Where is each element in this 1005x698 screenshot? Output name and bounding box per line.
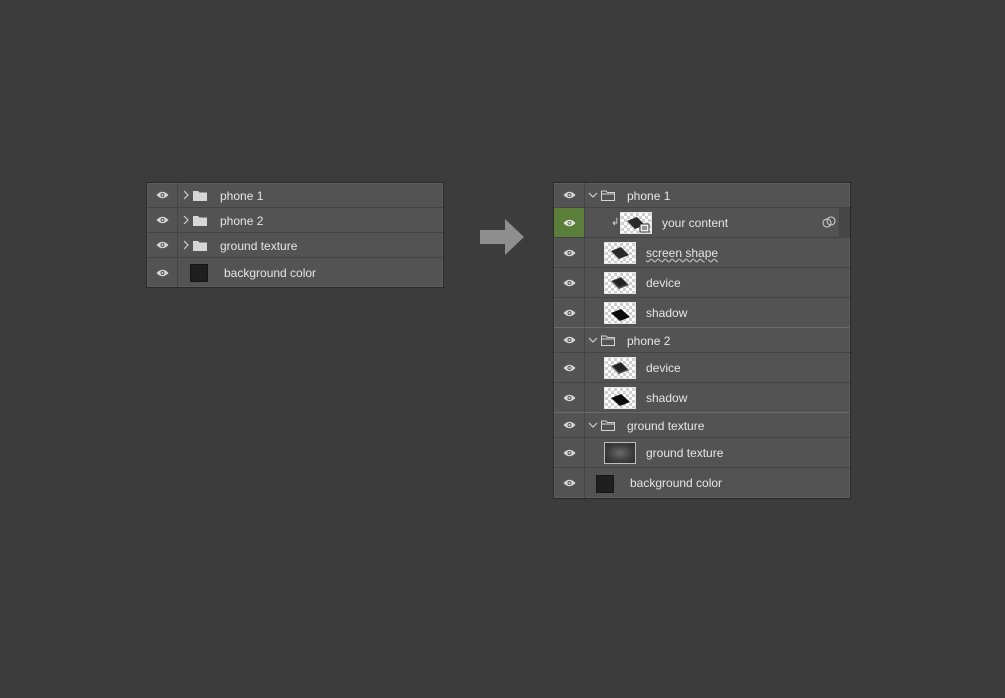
chevron-down-icon[interactable]: [588, 190, 598, 200]
eye-icon: [563, 309, 575, 316]
layer-group-ground-texture[interactable]: ground texture: [554, 413, 850, 438]
layer-thumbnail: [604, 357, 636, 379]
visibility-toggle[interactable]: [554, 353, 585, 382]
layer-label: phone 2: [220, 214, 264, 228]
chevron-down-icon[interactable]: [588, 335, 598, 345]
folder-icon: [601, 335, 615, 346]
visibility-toggle[interactable]: [554, 328, 585, 352]
layer-shadow[interactable]: shadow: [554, 383, 850, 413]
arrow-right-icon: [480, 219, 524, 255]
layer-group-phone-2[interactable]: phone 2: [147, 208, 443, 233]
visibility-toggle[interactable]: [554, 183, 585, 207]
clipping-mask-arrow-icon: ↲: [611, 217, 620, 228]
layer-device[interactable]: device: [554, 353, 850, 383]
eye-icon: [563, 479, 575, 487]
visibility-toggle[interactable]: [554, 208, 585, 237]
layer-label: phone 1: [627, 189, 671, 203]
visibility-toggle[interactable]: [554, 438, 585, 467]
visibility-toggle[interactable]: [147, 183, 178, 207]
eye-icon: [156, 269, 168, 276]
layers-panel-collapsed: phone 1 phone 2 ground texture backgroun…: [146, 182, 444, 288]
chevron-right-icon[interactable]: [181, 215, 191, 225]
fill-swatch-icon: [596, 475, 614, 493]
visibility-toggle[interactable]: [554, 238, 585, 267]
eye-icon: [156, 241, 168, 249]
fill-swatch-icon: [190, 264, 208, 282]
layer-thumbnail: [620, 212, 652, 234]
visibility-toggle[interactable]: [147, 233, 178, 257]
layer-your-content[interactable]: ↲ your content: [554, 208, 850, 238]
visibility-toggle[interactable]: [554, 413, 585, 437]
chevron-down-icon[interactable]: [588, 420, 598, 430]
layer-label: shadow: [646, 391, 688, 405]
visibility-toggle[interactable]: [554, 468, 585, 498]
layer-label: phone 1: [220, 189, 264, 203]
visibility-toggle[interactable]: [554, 268, 585, 297]
layer-thumbnail: [604, 242, 636, 264]
eye-icon: [563, 191, 575, 199]
layer-shadow[interactable]: shadow: [554, 298, 850, 328]
eye-icon: [156, 191, 168, 199]
layer-label: your content: [662, 216, 729, 230]
scroll-gutter: [839, 208, 850, 237]
eye-icon: [563, 336, 575, 344]
layer-label: background color: [224, 266, 317, 280]
layer-group-ground-texture[interactable]: ground texture: [147, 233, 443, 258]
layer-thumbnail: [604, 442, 636, 464]
layer-group-phone-1[interactable]: phone 1: [147, 183, 443, 208]
folder-icon: [601, 190, 615, 201]
layer-label: ground texture: [220, 239, 298, 253]
eye-icon: [563, 219, 575, 226]
layer-thumbnail: [604, 387, 636, 409]
folder-icon: [601, 420, 615, 431]
chevron-right-icon[interactable]: [181, 190, 191, 200]
eye-icon: [563, 449, 575, 456]
layer-label: shadow: [646, 306, 688, 320]
visibility-toggle[interactable]: [554, 383, 585, 412]
layer-label: screen shape: [646, 246, 719, 260]
layer-label: background color: [630, 476, 723, 490]
layer-label: ground texture: [646, 446, 724, 460]
folder-icon: [193, 216, 207, 226]
layer-screen-shape[interactable]: screen shape: [554, 238, 850, 268]
folder-icon: [193, 241, 207, 251]
layer-device[interactable]: device: [554, 268, 850, 298]
eye-icon: [563, 249, 575, 256]
smart-object-icon: [639, 223, 650, 233]
layer-background-color[interactable]: background color: [147, 258, 443, 287]
layer-label: device: [646, 276, 681, 290]
layer-label: phone 2: [627, 334, 671, 348]
layer-background-color[interactable]: background color: [554, 468, 850, 498]
layer-label: device: [646, 361, 681, 375]
layer-thumbnail: [604, 272, 636, 294]
eye-icon: [563, 394, 575, 401]
layer-ground-texture[interactable]: ground texture: [554, 438, 850, 468]
layer-group-phone-2[interactable]: phone 2: [554, 328, 850, 353]
eye-icon: [156, 216, 168, 224]
layers-panel-expanded: phone 1 ↲ your content screen shape devi…: [553, 182, 851, 499]
layer-label: ground texture: [627, 419, 705, 433]
layer-thumbnail: [604, 302, 636, 324]
eye-icon: [563, 364, 575, 371]
visibility-toggle[interactable]: [147, 258, 178, 287]
folder-icon: [193, 191, 207, 201]
chevron-right-icon[interactable]: [181, 240, 191, 250]
eye-icon: [563, 421, 575, 429]
visibility-toggle[interactable]: [147, 208, 178, 232]
visibility-toggle[interactable]: [554, 298, 585, 327]
eye-icon: [563, 279, 575, 286]
layer-group-phone-1[interactable]: phone 1: [554, 183, 850, 208]
